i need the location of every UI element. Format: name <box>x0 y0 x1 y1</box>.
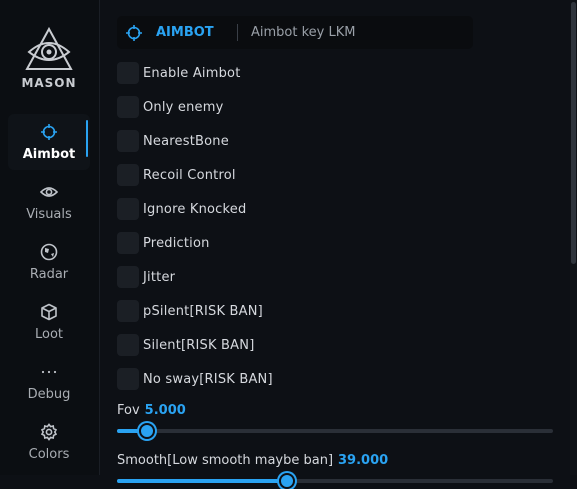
active-indicator <box>86 120 88 157</box>
globe-icon <box>40 243 58 261</box>
brand-logo: MASON <box>0 26 98 90</box>
fov-slider[interactable] <box>117 423 553 439</box>
checkbox-box[interactable] <box>117 300 139 322</box>
slider-handle[interactable] <box>139 423 155 439</box>
sidebar-item-radar[interactable]: Radar <box>8 234 90 290</box>
option-label: Enable Aimbot <box>143 66 241 81</box>
option-label: Recoil Control <box>143 168 236 183</box>
checkbox-box[interactable] <box>117 96 139 118</box>
scrollbar-thumb[interactable] <box>571 2 576 264</box>
slider-fill <box>117 479 287 483</box>
smooth-slider[interactable] <box>117 473 553 489</box>
gear-icon <box>40 423 58 441</box>
option-label: Ignore Knocked <box>143 202 247 217</box>
brand-name: MASON <box>21 76 77 90</box>
sidebar-item-label: Visuals <box>26 207 72 222</box>
checkbox-box[interactable] <box>117 266 139 288</box>
sidebar: MASON Aimbot Visuals Radar Loot Debug Co… <box>0 0 100 475</box>
checkbox-box[interactable] <box>117 368 139 390</box>
option-label: NearestBone <box>143 134 229 149</box>
option-label: Jitter <box>143 270 176 285</box>
checkbox-box[interactable] <box>117 164 139 186</box>
box-icon <box>41 303 57 321</box>
eye-triangle-icon <box>25 26 73 70</box>
header-divider <box>237 24 238 41</box>
eye-icon <box>40 187 58 197</box>
option-label: Prediction <box>143 236 210 251</box>
option-label: pSilent[RISK BAN] <box>143 304 263 319</box>
sidebar-item-colors[interactable]: Colors <box>8 414 90 470</box>
slider-name: Smooth[Low smooth maybe ban] <box>117 453 334 468</box>
smooth-slider-label: Smooth[Low smooth maybe ban] 39.000 <box>117 453 388 468</box>
main-panel: AIMBOT Aimbot key LKM Enable Aimbot Only… <box>100 0 570 489</box>
fov-slider-label: Fov 5.000 <box>117 403 186 418</box>
slider-handle[interactable] <box>279 473 295 489</box>
checkbox-box[interactable] <box>117 130 139 152</box>
slider-value: 5.000 <box>144 403 186 418</box>
option-label: Silent[RISK BAN] <box>143 338 255 353</box>
sidebar-item-label: Radar <box>29 267 69 282</box>
sidebar-item-loot[interactable]: Loot <box>8 294 90 350</box>
checkbox-box[interactable] <box>117 62 139 84</box>
option-label: Only enemy <box>143 100 224 115</box>
sidebar-item-label: Loot <box>34 327 64 342</box>
sidebar-item-visuals[interactable]: Visuals <box>8 174 90 230</box>
sidebar-item-debug[interactable]: Debug <box>8 354 90 410</box>
sidebar-item-label: Debug <box>27 387 71 402</box>
checkbox-box[interactable] <box>117 334 139 356</box>
slider-name: Fov <box>117 403 140 418</box>
option-label: No sway[RISK BAN] <box>143 372 273 387</box>
section-subtitle: Aimbot key LKM <box>251 25 356 40</box>
crosshair-icon <box>41 124 57 140</box>
section-header: AIMBOT Aimbot key LKM <box>117 16 473 49</box>
section-title: AIMBOT <box>156 25 214 40</box>
scrollbar[interactable] <box>570 0 577 475</box>
sidebar-item-label: Colors <box>28 447 70 462</box>
sidebar-item-label: Aimbot <box>22 147 76 162</box>
slider-value: 39.000 <box>338 453 389 468</box>
checkbox-box[interactable] <box>117 198 139 220</box>
sidebar-item-aimbot[interactable]: Aimbot <box>8 114 90 170</box>
dots-icon <box>41 370 57 374</box>
checkbox-box[interactable] <box>117 232 139 254</box>
crosshair-icon <box>126 25 142 41</box>
